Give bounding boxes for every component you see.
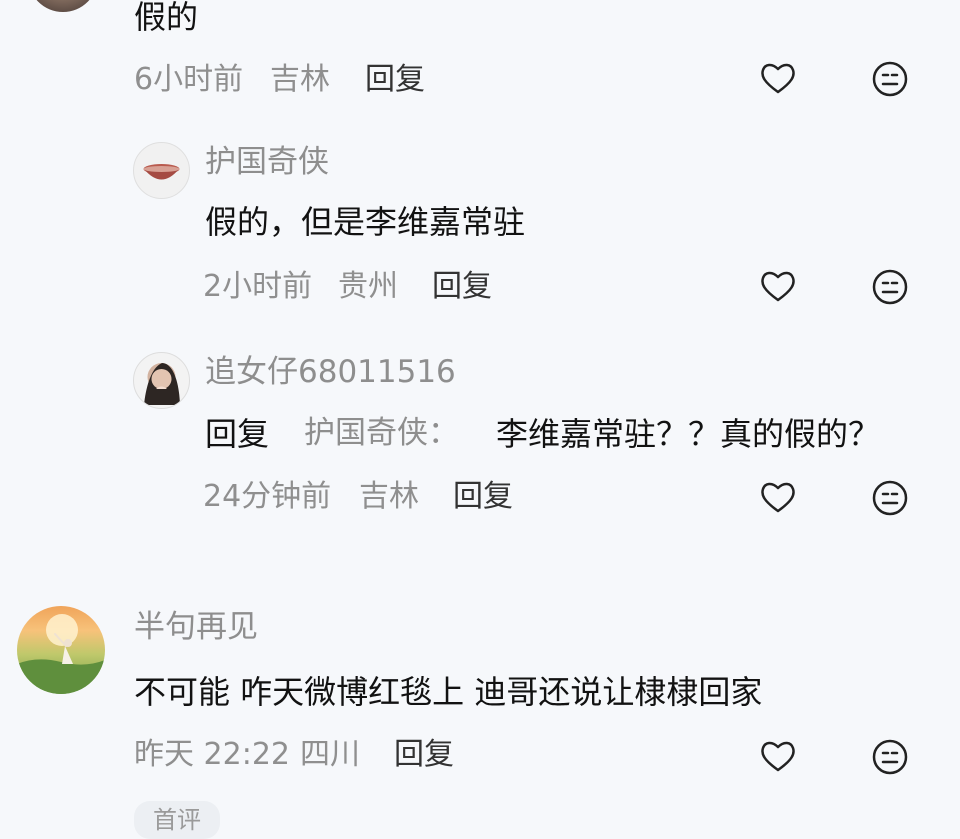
avatar[interactable] [133,352,190,409]
comment-location: 吉林 [359,479,419,514]
comment-content: 不可能 咋天微博红毯上 迪哥还说让棣棣回家 [134,673,763,711]
comment-location: 四川 [300,737,360,772]
avatar[interactable] [17,606,105,694]
comment-content: 假的 [134,0,199,36]
reply-target[interactable]: 护国奇侠： [304,418,459,449]
reply-button[interactable]: 回复 [453,482,513,512]
reply-button[interactable]: 回复 [432,272,492,302]
avatar[interactable] [28,0,98,12]
neutral-face-icon[interactable] [869,266,911,308]
heart-icon[interactable] [757,736,799,778]
comment-location: 吉林 [270,62,330,97]
reply-button[interactable]: 回复 [365,65,425,95]
reply-prefix: 回复 [205,415,270,453]
heart-icon[interactable] [757,266,799,308]
comment-time: 6小时前 [134,62,244,97]
comment-content: 李维嘉常驻？？真的假的？ [496,415,881,453]
heart-icon[interactable] [757,477,799,519]
heart-icon[interactable] [757,58,799,100]
comment-time: 昨天 22:22 [134,737,290,772]
reply-button[interactable]: 回复 [394,740,454,770]
comment-time: 24分钟前 [203,479,332,514]
comment-content: 假的，但是李维嘉常驻 [205,203,526,241]
comment-time: 2小时前 [203,269,313,304]
neutral-face-icon[interactable] [869,58,911,100]
username[interactable]: 追女仔68011516 [205,357,456,388]
neutral-face-icon[interactable] [869,477,911,519]
comment-location: 贵州 [338,269,398,304]
neutral-face-icon[interactable] [869,736,911,778]
first-comment-badge: 首评 [134,801,220,839]
avatar[interactable] [133,142,190,199]
username[interactable]: 半句再见 [134,612,258,643]
username[interactable]: 护国奇侠 [205,147,329,178]
